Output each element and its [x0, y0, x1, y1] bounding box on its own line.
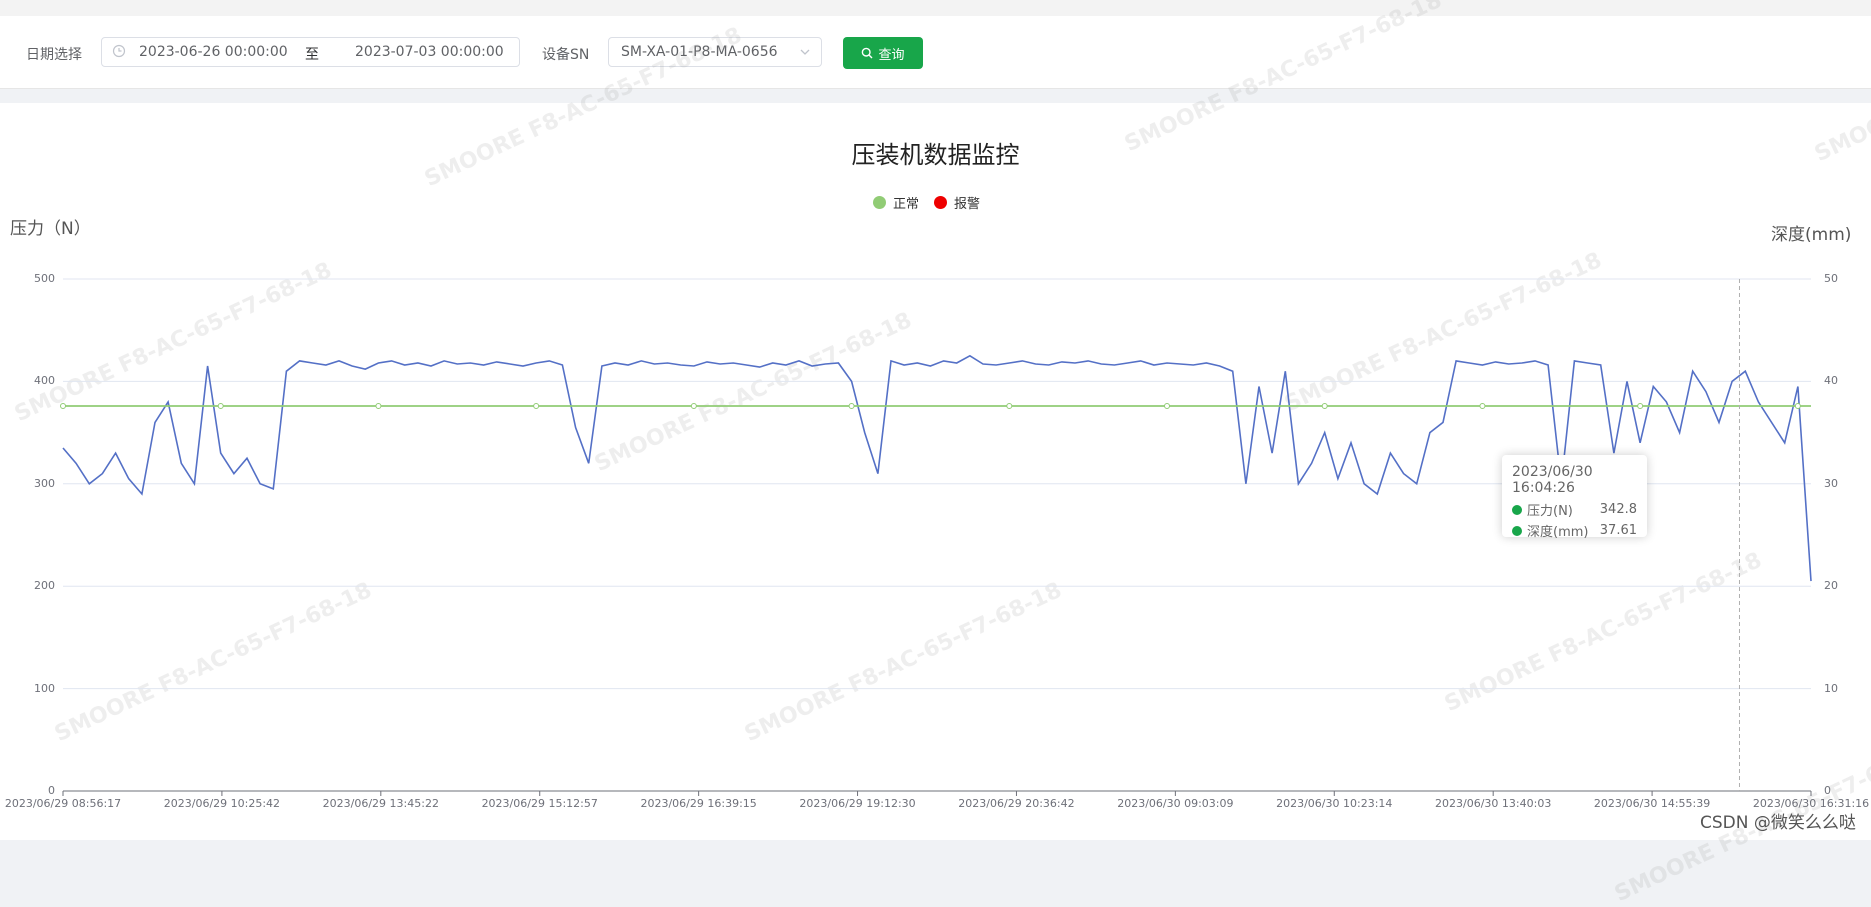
- x-tick-label: 2023/06/29 08:56:17: [4, 797, 122, 810]
- depth-point-marker: [1164, 402, 1170, 409]
- chart-tooltip: 2023/06/30 16:04:26 压力(N) 342.8 深度(mm) 3…: [1502, 455, 1647, 540]
- credit-text: CSDN @微笑么么哒: [1700, 813, 1856, 833]
- depth-point-marker: [1637, 402, 1644, 409]
- tooltip-row-name: 压力(N): [1527, 504, 1573, 519]
- tooltip-title: 2023/06/30 16:04:26: [1512, 464, 1593, 496]
- depth-point-marker: [690, 402, 697, 409]
- depth-point-marker: [60, 402, 66, 409]
- x-tick-label: 2023/06/29 15:12:57: [481, 797, 598, 810]
- depth-point-marker: [848, 402, 855, 409]
- depth-point-marker: [1321, 402, 1328, 409]
- depth-point-marker: [375, 402, 382, 409]
- depth-point-marker: [217, 402, 224, 409]
- x-tick-label: 2023/06/29 13:45:22: [322, 797, 439, 810]
- x-tick-label: 2023/06/29 10:25:42: [163, 797, 281, 810]
- tooltip-row-value: 342.8: [1599, 502, 1637, 517]
- x-tick-label: 2023/06/30 10:23:14: [1276, 797, 1393, 810]
- x-tick-label: 2023/06/29 20:36:42: [958, 797, 1075, 810]
- line-chart[interactable]: [0, 0, 1871, 840]
- x-tick-label: 2023/06/30 13:40:03: [1435, 797, 1552, 810]
- depth-point-marker: [533, 402, 540, 409]
- tooltip-row-depth: 深度(mm) 37.61: [1512, 520, 1637, 541]
- tooltip-marker: [1512, 525, 1522, 536]
- depth-point-marker: [1794, 402, 1801, 409]
- x-tick-label: 2023/06/30 09:03:09: [1117, 797, 1234, 810]
- depth-point-marker: [1006, 402, 1013, 409]
- depth-point-marker: [1479, 402, 1486, 409]
- tooltip-row-pressure: 压力(N) 342.8: [1512, 499, 1637, 520]
- tooltip-marker: [1512, 504, 1522, 515]
- x-tick-label: 2023/06/29 19:12:30: [799, 797, 916, 810]
- x-tick-label: 2023/06/29 16:39:15: [640, 797, 757, 810]
- tooltip-row-name: 深度(mm): [1527, 525, 1589, 540]
- tooltip-row-value: 37.61: [1599, 523, 1637, 538]
- x-tick-label: 2023/06/30 14:55:39: [1593, 797, 1711, 810]
